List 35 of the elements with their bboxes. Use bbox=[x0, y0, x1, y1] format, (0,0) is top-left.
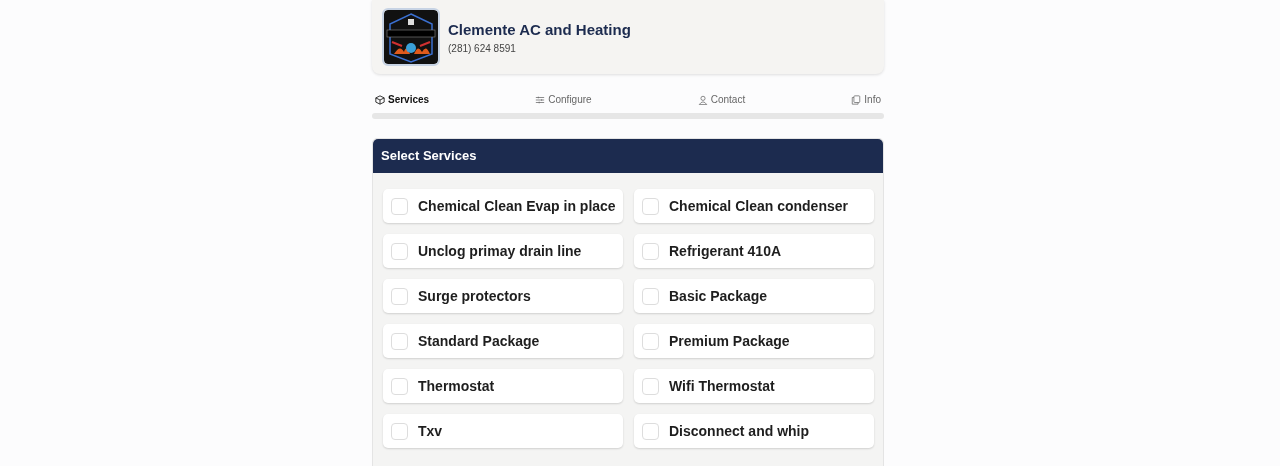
checkbox[interactable] bbox=[642, 332, 659, 350]
service-option[interactable]: Chemical Clean condenser bbox=[634, 189, 874, 223]
service-option[interactable]: Chemical Clean Evap in place bbox=[383, 189, 623, 223]
checkbox[interactable] bbox=[642, 422, 659, 440]
service-option[interactable]: Premium Package bbox=[634, 324, 874, 358]
service-option[interactable]: Unclog primay drain line bbox=[383, 234, 623, 268]
checkbox[interactable] bbox=[391, 242, 408, 260]
service-option[interactable]: Txv bbox=[383, 414, 623, 448]
user-icon bbox=[697, 94, 708, 105]
checkbox[interactable] bbox=[642, 242, 659, 260]
service-option[interactable]: Surge protectors bbox=[383, 279, 623, 313]
business-name: Clemente AC and Heating bbox=[448, 20, 631, 38]
service-option[interactable]: Disconnect and whip bbox=[634, 414, 874, 448]
service-option[interactable]: Thermostat bbox=[383, 369, 623, 403]
checkbox[interactable] bbox=[642, 287, 659, 305]
phone-number: (281) 624 8591 bbox=[448, 42, 517, 54]
panel-title: Select Services bbox=[373, 139, 883, 173]
tab[interactable]: Services bbox=[375, 90, 430, 109]
service-option[interactable]: Standard Package bbox=[383, 324, 623, 358]
checkbox[interactable] bbox=[391, 197, 408, 215]
service-option[interactable]: Basic Package bbox=[634, 279, 874, 313]
service-option[interactable]: Wifi Thermostat bbox=[634, 369, 874, 403]
checkbox[interactable] bbox=[642, 377, 659, 395]
checkbox[interactable] bbox=[642, 197, 659, 215]
checkbox[interactable] bbox=[391, 332, 408, 350]
tab[interactable]: Info bbox=[851, 90, 881, 109]
sliders-icon bbox=[535, 94, 546, 105]
checkbox[interactable] bbox=[391, 287, 408, 305]
tab[interactable]: Contact bbox=[697, 90, 746, 109]
box-icon bbox=[375, 94, 385, 105]
checkbox[interactable] bbox=[391, 422, 408, 440]
copy-icon bbox=[851, 94, 862, 105]
service-option[interactable]: Refrigerant 410A bbox=[634, 234, 874, 268]
tab[interactable]: Configure bbox=[535, 90, 592, 109]
checkbox[interactable] bbox=[391, 377, 408, 395]
